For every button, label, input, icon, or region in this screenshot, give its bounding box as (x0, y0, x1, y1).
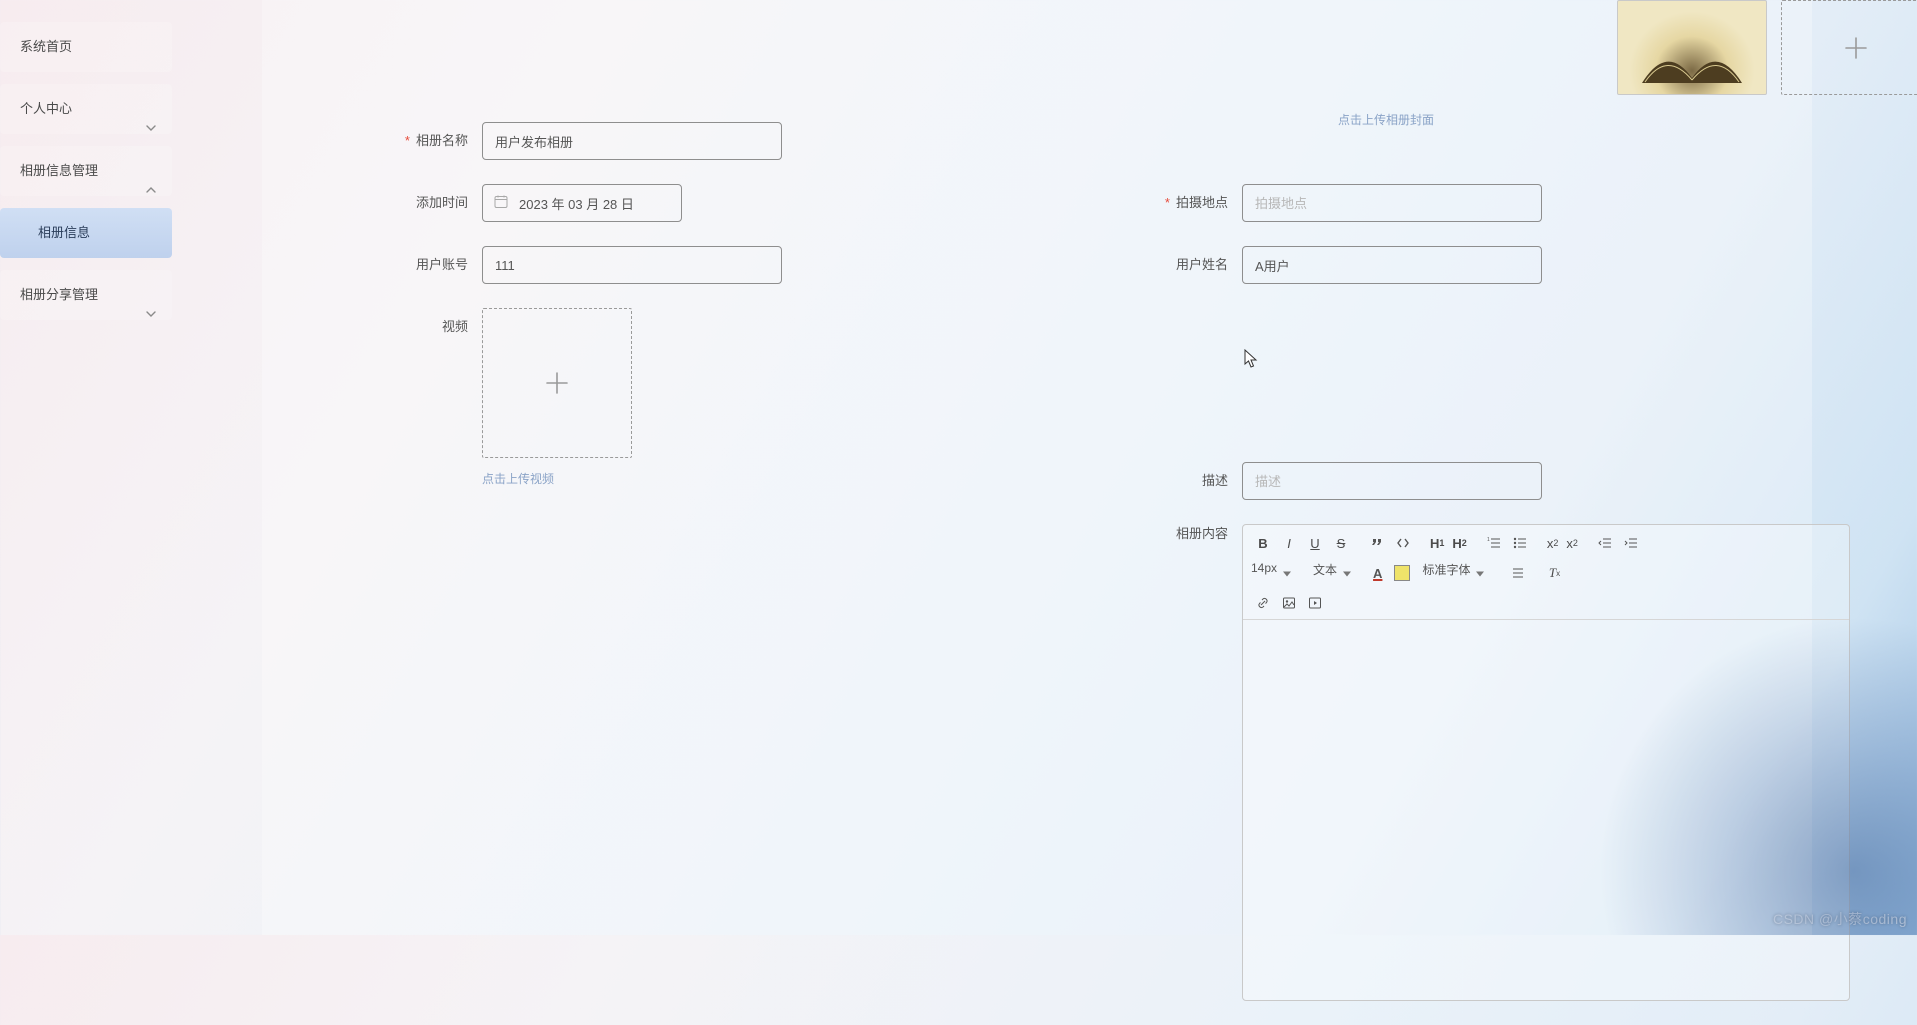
sidebar-item-label: 系统首页 (20, 39, 72, 54)
sidebar-item-label: 相册分享管理 (20, 287, 98, 302)
clear-format-icon: T (1549, 565, 1556, 581)
sidebar-item-label: 相册信息 (38, 225, 90, 240)
clear-format-button[interactable]: Tx (1542, 561, 1566, 585)
strike-button[interactable]: S (1329, 531, 1353, 555)
video-icon (1308, 596, 1322, 610)
quote-icon (1370, 536, 1384, 550)
label-desc: 描述 (1122, 462, 1242, 500)
text-color-button[interactable]: A (1373, 566, 1382, 581)
sidebar-item-label: 相册信息管理 (20, 163, 98, 178)
h2-button[interactable]: H2 (1449, 531, 1469, 555)
image-icon (1282, 596, 1296, 610)
plus-icon (543, 369, 571, 397)
outdent-button[interactable] (1593, 531, 1617, 555)
h1-button[interactable]: H1 (1427, 531, 1447, 555)
chevron-down-icon (146, 104, 156, 114)
label-add-time: 添加时间 (362, 184, 482, 222)
location-input[interactable] (1242, 184, 1542, 222)
sidebar-item-album-info[interactable]: 相册信息 (0, 208, 172, 258)
sidebar-item-profile[interactable]: 个人中心 (0, 84, 172, 134)
sidebar: 系统首页 个人中心 相册信息管理 相册信息 相册分享管理 (0, 0, 180, 935)
italic-button[interactable]: I (1277, 531, 1301, 555)
code-button[interactable] (1391, 531, 1415, 555)
link-icon (1256, 596, 1270, 610)
label-album-name: 相册名称 (362, 122, 482, 160)
sidebar-item-album-mgmt[interactable]: 相册信息管理 (0, 146, 172, 196)
plus-icon (1843, 35, 1869, 61)
label-video: 视频 (362, 308, 482, 346)
ordered-list-button[interactable]: 1 (1482, 531, 1506, 555)
main-panel: 点击上传相册封面 相册名称 添加时间 拍摄地点 (262, 0, 1812, 935)
align-button[interactable] (1506, 561, 1530, 585)
cover-row (1617, 0, 1917, 95)
block-type-select[interactable]: 文本 (1313, 561, 1353, 585)
indent-button[interactable] (1619, 531, 1643, 555)
indent-icon (1624, 536, 1638, 550)
align-icon (1511, 566, 1525, 580)
bold-button[interactable]: B (1251, 531, 1275, 555)
album-name-input[interactable] (482, 122, 782, 160)
desc-input[interactable] (1242, 462, 1542, 500)
sidebar-item-home[interactable]: 系统首页 (0, 22, 172, 72)
blockquote-button[interactable] (1365, 531, 1389, 555)
svg-text:1: 1 (1487, 537, 1490, 543)
user-account-input[interactable] (482, 246, 782, 284)
outdent-icon (1598, 536, 1612, 550)
label-user-account: 用户账号 (362, 246, 482, 284)
font-family-select[interactable]: 标准字体 (1422, 561, 1486, 585)
link-button[interactable] (1251, 591, 1275, 615)
video-button[interactable] (1303, 591, 1327, 615)
cover-upload-hint: 点击上传相册封面 (1338, 111, 1434, 128)
highlight-color-button[interactable] (1394, 565, 1410, 581)
label-location: 拍摄地点 (1122, 184, 1242, 222)
add-time-input[interactable] (482, 184, 682, 222)
user-name-input[interactable] (1242, 246, 1542, 284)
superscript-button[interactable]: x2 (1563, 531, 1581, 555)
unordered-list-button[interactable] (1508, 531, 1532, 555)
cover-upload-box[interactable] (1781, 0, 1917, 95)
subscript-button[interactable]: x2 (1544, 531, 1562, 555)
underline-button[interactable]: U (1303, 531, 1327, 555)
video-upload-box[interactable] (482, 308, 632, 458)
chevron-down-icon (146, 290, 156, 300)
editor-toolbar: B I U S (1243, 525, 1849, 620)
chevron-up-icon (146, 166, 156, 176)
cover-thumbnail[interactable] (1617, 0, 1767, 95)
open-book-icon (1637, 38, 1747, 88)
sidebar-item-label: 个人中心 (20, 101, 72, 116)
watermark: CSDN @小蔡coding (1773, 909, 1907, 929)
ol-icon: 1 (1487, 536, 1501, 550)
album-form: 点击上传相册封面 相册名称 添加时间 拍摄地点 (362, 122, 1882, 1025)
rich-editor: B I U S (1242, 524, 1850, 1001)
ul-icon (1513, 536, 1527, 550)
label-content: 相册内容 (1122, 524, 1242, 544)
font-size-select[interactable]: 14px (1251, 561, 1293, 585)
label-user-name: 用户姓名 (1122, 246, 1242, 284)
code-icon (1396, 536, 1410, 550)
video-upload-hint: 点击上传视频 (482, 470, 632, 487)
editor-body[interactable] (1243, 620, 1849, 1000)
sidebar-item-album-share[interactable]: 相册分享管理 (0, 270, 172, 320)
image-button[interactable] (1277, 591, 1301, 615)
